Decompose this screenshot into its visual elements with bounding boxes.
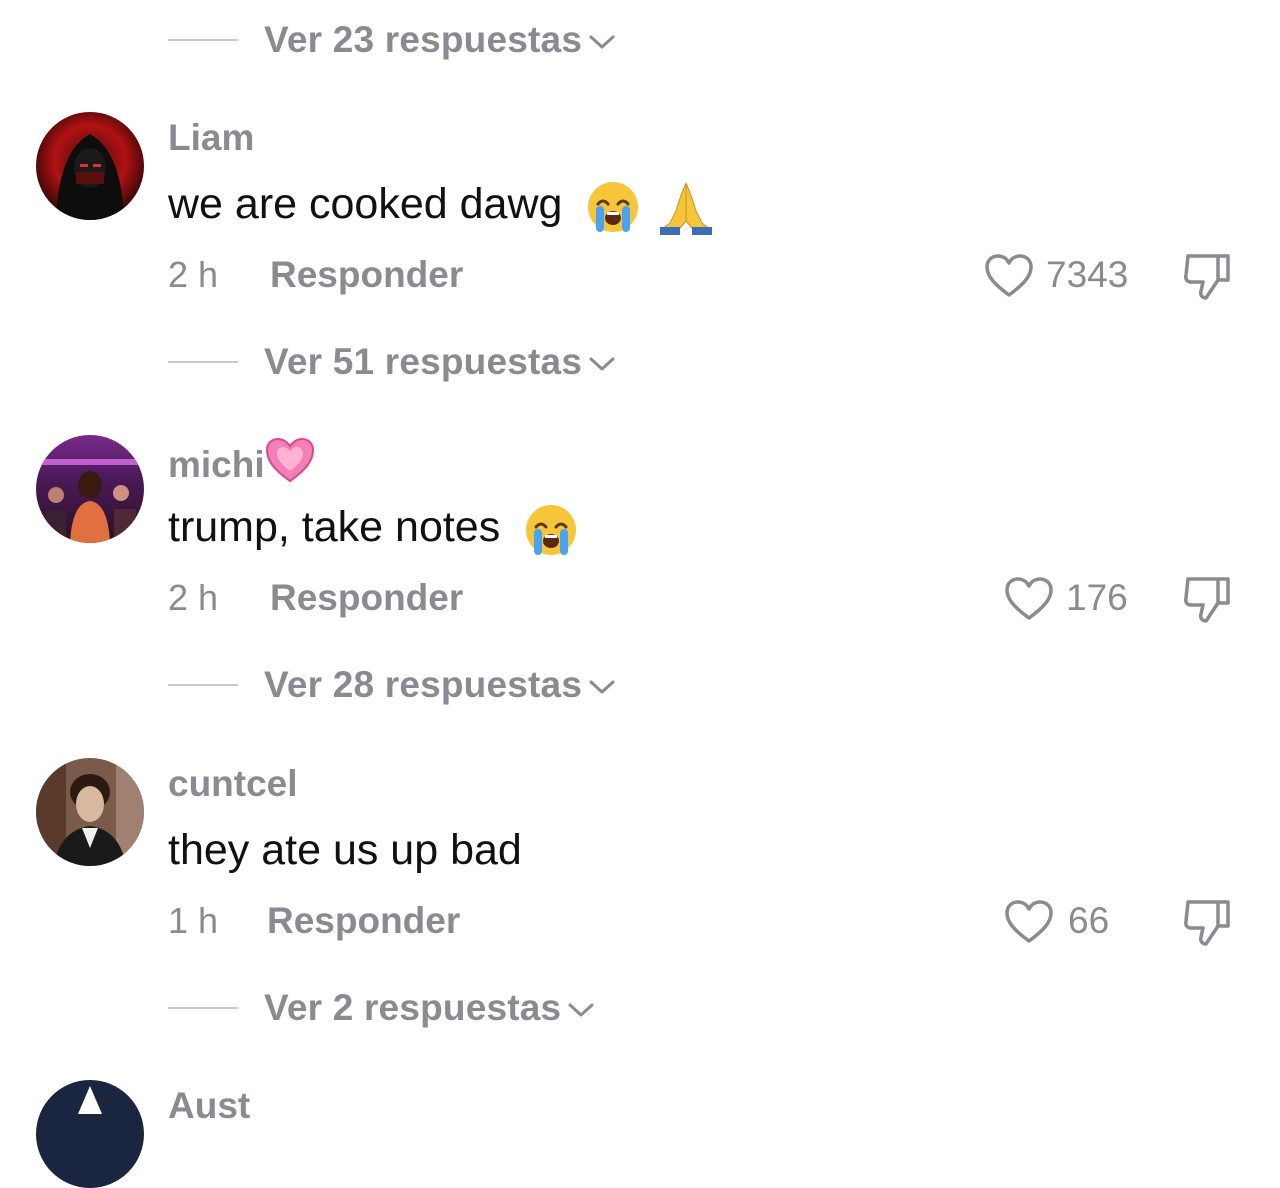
loudly-crying-face-icon: [526, 504, 577, 555]
comment-username[interactable]: Aust: [168, 1082, 250, 1130]
comment-text: trump, take notes: [168, 503, 501, 551]
loudly-crying-face-icon: [588, 181, 639, 232]
chevron-down-icon: [589, 35, 615, 49]
view-replies-button[interactable]: Ver 28 respuestas: [264, 660, 616, 710]
view-replies-label[interactable]: Ver 23 respuestas: [264, 19, 582, 60]
avatar-image: [36, 112, 144, 220]
comment-username[interactable]: michi: [168, 444, 265, 485]
like-count: 66: [1068, 900, 1110, 941]
comment-username-row[interactable]: michi: [168, 437, 315, 489]
folded-hands-icon: [660, 182, 713, 235]
avatar-image: [36, 758, 144, 866]
heart-icon[interactable]: [1004, 899, 1054, 945]
reply-button[interactable]: Responder: [270, 251, 463, 299]
comment-username[interactable]: Liam: [168, 114, 254, 162]
replies-divider-line: [168, 1007, 238, 1009]
avatar[interactable]: [36, 435, 144, 543]
avatar-image: [36, 1080, 144, 1188]
view-replies-label[interactable]: Ver 28 respuestas: [264, 664, 582, 705]
replies-divider-line: [168, 39, 238, 41]
like-count: 7343: [1046, 254, 1129, 295]
heart-icon[interactable]: [1004, 576, 1054, 622]
reply-button[interactable]: Responder: [270, 574, 463, 622]
comment-text-row: they ate us up bad: [168, 822, 522, 878]
avatar-image: [36, 435, 144, 543]
view-replies-button[interactable]: Ver 23 respuestas: [264, 15, 616, 65]
comment-time: 2 h: [168, 254, 219, 295]
avatar[interactable]: [36, 1080, 144, 1188]
view-replies-row[interactable]: Ver 2 respuestas: [168, 983, 768, 1033]
view-replies-button[interactable]: Ver 2 respuestas: [264, 983, 595, 1033]
growing-heart-icon: [265, 437, 314, 483]
like-count: 176: [1066, 577, 1128, 618]
view-replies-row[interactable]: Ver 23 respuestas: [168, 15, 768, 65]
view-replies-label[interactable]: Ver 2 respuestas: [264, 987, 561, 1028]
thumbs-down-icon[interactable]: [1182, 896, 1234, 948]
comment-time: 2 h: [168, 577, 219, 618]
avatar[interactable]: [36, 758, 144, 866]
reply-button[interactable]: Responder: [267, 897, 460, 945]
chevron-down-icon: [589, 680, 615, 694]
avatar[interactable]: [36, 112, 144, 220]
comment-username[interactable]: cuntcel: [168, 760, 298, 808]
thumbs-down-icon[interactable]: [1182, 573, 1234, 625]
heart-icon[interactable]: [984, 253, 1034, 299]
chevron-down-icon: [568, 1003, 594, 1017]
view-replies-row[interactable]: Ver 28 respuestas: [168, 660, 768, 710]
comment-text-row: we are cooked dawg: [168, 176, 716, 235]
view-replies-row[interactable]: Ver 51 respuestas: [168, 337, 768, 387]
view-replies-label[interactable]: Ver 51 respuestas: [264, 341, 582, 382]
comment-text-row: trump, take notes: [168, 499, 578, 557]
comment-text: we are cooked dawg: [168, 180, 563, 228]
chevron-down-icon: [589, 357, 615, 371]
replies-divider-line: [168, 361, 238, 363]
replies-divider-line: [168, 684, 238, 686]
comment-text: they ate us up bad: [168, 826, 522, 874]
thumbs-down-icon[interactable]: [1182, 250, 1234, 302]
view-replies-button[interactable]: Ver 51 respuestas: [264, 337, 616, 387]
comment-time: 1 h: [168, 900, 219, 941]
